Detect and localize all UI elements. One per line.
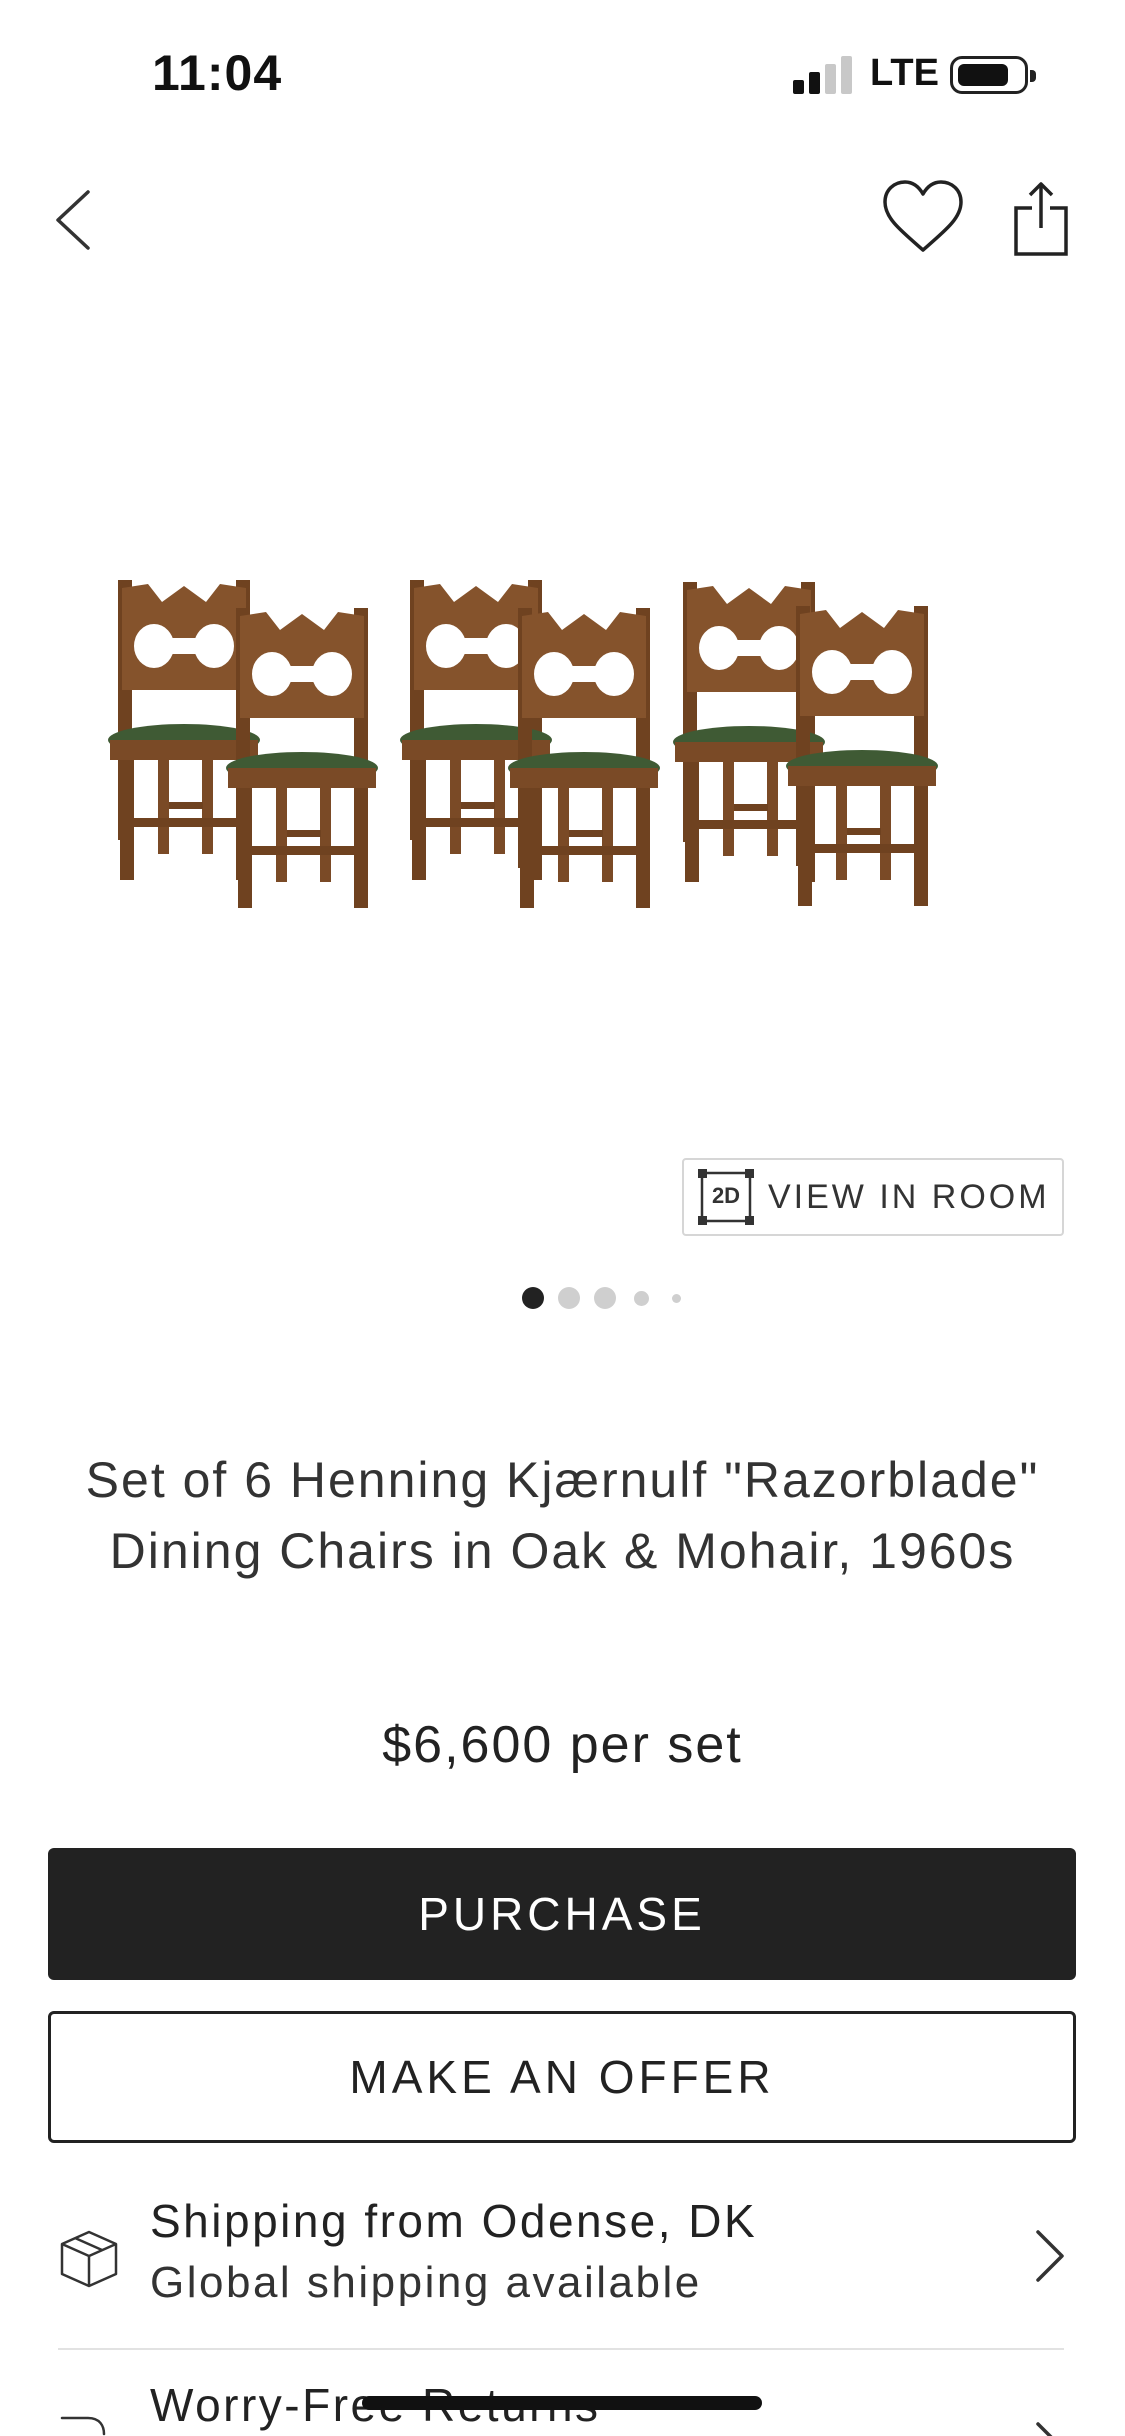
signal-strength-icon: [793, 56, 853, 94]
pagination-dot[interactable]: [558, 1287, 580, 1309]
share-button[interactable]: [1010, 180, 1072, 260]
network-type: LTE: [870, 52, 939, 94]
view-in-room-button[interactable]: 2D VIEW IN ROOM: [682, 1158, 1064, 1236]
shipping-row[interactable]: Shipping from Odense, DK Global shipping…: [58, 2188, 1068, 2348]
share-icon: [1014, 182, 1068, 256]
status-bar: 11:04 LTE: [0, 0, 1125, 150]
purchase-button[interactable]: PURCHASE: [48, 1848, 1076, 1980]
make-offer-button[interactable]: MAKE AN OFFER: [48, 2011, 1076, 2143]
chevron-right-icon: [1036, 2422, 1053, 2436]
divider: [58, 2348, 1064, 2350]
pagination-dot[interactable]: [634, 1291, 649, 1306]
product-price: $6,600 per set: [382, 1716, 743, 1774]
return-arrow-icon: [60, 2416, 106, 2436]
product-title: Set of 6 Henning Kjærnulf "Razorblade" D…: [85, 1452, 1040, 1579]
battery-icon: [950, 56, 1036, 94]
home-indicator[interactable]: [362, 2396, 762, 2410]
view-in-room-badge: 2D: [711, 1183, 741, 1208]
product-image[interactable]: [0, 330, 1125, 1130]
chevron-left-icon: [56, 190, 90, 250]
shipping-availability: Global shipping available: [150, 2258, 702, 2307]
view-in-room-icon: 2D: [698, 1169, 754, 1225]
image-pagination[interactable]: [0, 1283, 1125, 1313]
chevron-right-icon: [1036, 2230, 1064, 2282]
pagination-dot[interactable]: [672, 1294, 681, 1303]
chairs-illustration: [108, 580, 938, 908]
pagination-dot[interactable]: [594, 1287, 616, 1309]
view-in-room-label: VIEW IN ROOM: [768, 1177, 1050, 1216]
pagination-dot-active[interactable]: [522, 1287, 544, 1309]
shipping-origin: Shipping from Odense, DK: [150, 2195, 758, 2247]
favorite-button[interactable]: [880, 178, 966, 258]
package-icon: [60, 2230, 118, 2288]
back-button[interactable]: [50, 180, 100, 260]
heart-icon: [883, 180, 963, 252]
status-time: 11:04: [152, 45, 283, 101]
